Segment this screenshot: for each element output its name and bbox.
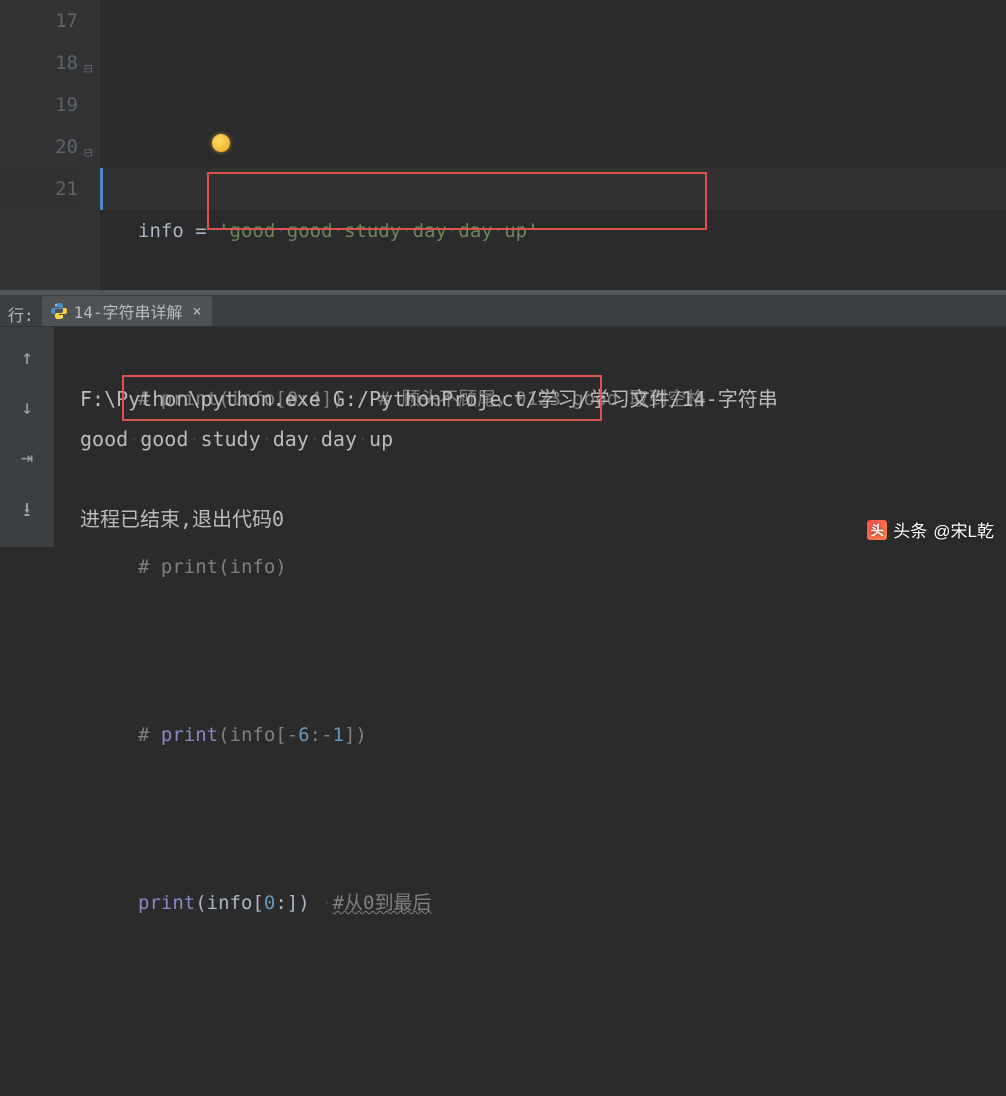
comment-text: #从0到最后 — [333, 892, 432, 914]
watermark: 头 头条 @宋L乾 — [867, 517, 994, 542]
run-side-label: 行: — [6, 298, 42, 326]
output-line: F:\Python\python.exe G:/PythonProject/学习… — [80, 387, 778, 411]
watermark-brand: 头条 — [893, 517, 927, 542]
variable-name: info — [138, 220, 184, 242]
variable-name: info — [207, 892, 253, 914]
console-toolbar: ↑ ↓ ⇥ ⭳ — [0, 327, 54, 547]
fold-column: ⊟ ⊟ — [84, 0, 98, 290]
line-number: 17 — [0, 0, 78, 42]
python-file-icon — [50, 302, 68, 320]
code-line[interactable]: # print(info[-6:-1]) — [100, 714, 1006, 756]
scroll-down-icon[interactable]: ↓ — [21, 395, 33, 419]
run-console: ↑ ↓ ⇥ ⭳ F:\Python\python.exe G:/PythonPr… — [0, 327, 1006, 547]
comment-text: # print(info) — [138, 556, 287, 578]
line-number: 18 — [0, 42, 78, 84]
colon: : — [275, 892, 286, 914]
string-literal: 'good·good·study·day·day·up' — [218, 220, 538, 242]
soft-wrap-icon[interactable]: ⇥ — [21, 445, 33, 469]
line-number: 21 — [0, 168, 78, 210]
line-number: 20 — [0, 126, 78, 168]
code-editor[interactable]: 17 18 19 20 21 ⊟ ⊟ info = 'good·good·stu… — [0, 0, 1006, 290]
code-line[interactable]: print(info[0:]) ·#从0到最后 — [100, 882, 1006, 924]
code-line[interactable]: # print(info) — [100, 546, 1006, 588]
operator: = — [184, 220, 218, 242]
console-output[interactable]: F:\Python\python.exe G:/PythonProject/学习… — [54, 327, 1006, 547]
caret-gutter-marker — [100, 168, 103, 210]
bracket: ] — [287, 892, 298, 914]
code-line[interactable]: info = 'good·good·study·day·day·up' — [100, 210, 1006, 252]
current-line-highlight — [100, 168, 1006, 210]
paren: ( — [195, 892, 206, 914]
line-number: 19 — [0, 84, 78, 126]
comment-text: # print(info[-6:-1]) — [138, 724, 367, 746]
watermark-author: @宋L乾 — [933, 517, 994, 542]
paren: ) — [298, 892, 309, 914]
bracket: [ — [252, 892, 263, 914]
output-line: good·good·study·day·day·up — [80, 427, 393, 451]
line-number-gutter: 17 18 19 20 21 ⊟ ⊟ — [0, 0, 100, 290]
number-literal: 0 — [264, 892, 275, 914]
scroll-to-end-icon[interactable]: ⭳ — [24, 495, 31, 529]
output-line: 进程已结束,退出代码0 — [80, 507, 284, 531]
intention-bulb-icon[interactable] — [212, 134, 230, 152]
code-content[interactable]: info = 'good·good·study·day·day·up' # pr… — [100, 0, 1006, 290]
fold-marker-icon[interactable]: ⊟ — [84, 132, 92, 174]
toutiao-logo-icon: 头 — [867, 520, 887, 540]
fold-marker-icon[interactable]: ⊟ — [84, 48, 92, 90]
scroll-up-icon[interactable]: ↑ — [21, 345, 33, 369]
builtin-function: print — [138, 892, 195, 914]
